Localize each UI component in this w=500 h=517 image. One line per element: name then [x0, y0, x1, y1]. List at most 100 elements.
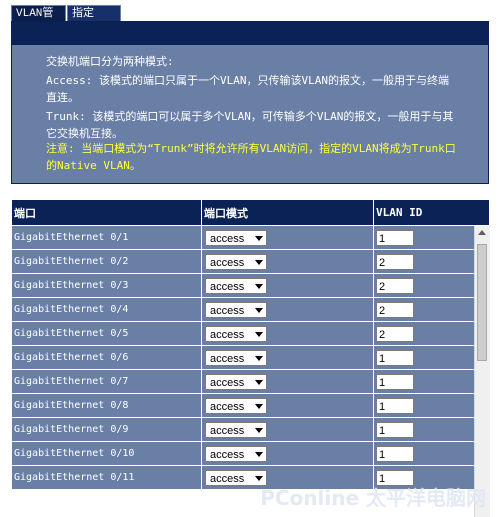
info-access-desc: Access: 该模式的端口只属于一个VLAN，只传输该VLAN的报文，一般用于… [46, 74, 449, 104]
mode-cell: access [201, 297, 374, 322]
port-name: GigabitEthernet 0/3 [11, 273, 202, 298]
port-mode-select[interactable]: access [205, 421, 267, 438]
vlan-cell: 1 [373, 345, 489, 370]
mode-cell: access [201, 345, 374, 370]
info-header-bar [11, 22, 489, 44]
header-mode: 端口模式 [201, 199, 374, 226]
dropdown-arrow-icon [255, 379, 263, 385]
vlan-id-input[interactable]: 1 [376, 421, 414, 438]
info-note: 注意: 当端口模式为“Trunk”时将允许所有VLAN访问，指定的VLAN将成为… [46, 142, 456, 172]
vlan-cell: 1 [373, 417, 489, 442]
port-mode-value: access [210, 304, 245, 317]
port-name: GigabitEthernet 0/9 [11, 417, 202, 442]
port-mode-select[interactable]: access [205, 373, 267, 390]
dropdown-arrow-icon [255, 403, 263, 409]
vlan-cell: 1 [373, 441, 489, 466]
port-mode-select[interactable]: access [205, 469, 267, 486]
port-name: GigabitEthernet 0/6 [11, 345, 202, 370]
mode-cell: access [201, 273, 374, 298]
port-name: GigabitEthernet 0/11 [11, 465, 202, 490]
table-row: GigabitEthernet 0/5 access 2 [11, 321, 489, 346]
vlan-cell: 1 [373, 393, 489, 418]
port-mode-select[interactable]: access [205, 349, 267, 366]
vlan-cell: 2 [373, 273, 489, 298]
port-mode-value: access [210, 400, 245, 413]
info-trunk-desc: Trunk: 该模式的端口可以属于多个VLAN，可传输多个VLAN的报文，一般用… [46, 110, 454, 140]
mode-cell: access [201, 321, 374, 346]
tab-vlan-management[interactable]: VLAN管理 [11, 5, 66, 36]
port-mode-select[interactable]: access [205, 277, 267, 294]
vlan-cell: 2 [373, 297, 489, 322]
mode-cell: access [201, 249, 374, 274]
port-mode-select[interactable]: access [205, 445, 267, 462]
vlan-id-input[interactable]: 2 [376, 277, 414, 294]
table-row: GigabitEthernet 0/9 access 1 [11, 417, 489, 442]
header-vlan-id: VLAN ID [373, 199, 489, 226]
vlan-cell: 2 [373, 249, 489, 274]
tab-assign-vlan[interactable]: 指定VLAN [67, 5, 121, 36]
table-row: GigabitEthernet 0/7 access 1 [11, 369, 489, 394]
dropdown-arrow-icon [255, 451, 263, 457]
port-mode-value: access [210, 424, 245, 437]
port-name: GigabitEthernet 0/4 [11, 297, 202, 322]
table-scrollbar[interactable] [474, 226, 490, 517]
port-mode-select[interactable]: access [205, 229, 267, 246]
header-port: 端口 [11, 199, 202, 226]
port-table-container: 端口 端口模式 VLAN ID GigabitEthernet 0/1 acces… [11, 199, 489, 517]
vlan-cell: 1 [373, 369, 489, 394]
tab-strip: VLAN管理 指定VLAN [0, 0, 500, 36]
scrollbar-thumb[interactable] [477, 244, 487, 361]
table-row: GigabitEthernet 0/1 access 1 [11, 225, 489, 250]
mode-cell: access [201, 369, 374, 394]
table-row: GigabitEthernet 0/8 access 1 [11, 393, 489, 418]
vlan-id-input[interactable]: 2 [376, 301, 414, 318]
vlan-cell: 1 [373, 225, 489, 250]
mode-cell: access [201, 225, 374, 250]
table-row: GigabitEthernet 0/4 access 2 [11, 297, 489, 322]
port-mode-value: access [210, 376, 245, 389]
table-row: GigabitEthernet 0/6 access 1 [11, 345, 489, 370]
port-vlan-table: 端口 端口模式 VLAN ID GigabitEthernet 0/1 acces… [11, 199, 489, 490]
info-title: 交换机端口分为两种模式: [46, 55, 174, 68]
port-name: GigabitEthernet 0/2 [11, 249, 202, 274]
watermark-logo: PConline 太平洋电脑网 [260, 486, 486, 510]
info-panel: 交换机端口分为两种模式: Access: 该模式的端口只属于一个VLAN，只传输… [11, 44, 489, 184]
dropdown-arrow-icon [255, 307, 263, 313]
port-mode-select[interactable]: access [205, 301, 267, 318]
mode-cell: access [201, 441, 374, 466]
port-mode-select[interactable]: access [205, 397, 267, 414]
port-mode-value: access [210, 256, 245, 269]
dropdown-arrow-icon [255, 355, 263, 361]
port-name: GigabitEthernet 0/10 [11, 441, 202, 466]
port-name: GigabitEthernet 0/5 [11, 321, 202, 346]
vlan-id-input[interactable]: 2 [376, 253, 414, 270]
port-mode-select[interactable]: access [205, 325, 267, 342]
vlan-id-input[interactable]: 1 [376, 397, 414, 414]
dropdown-arrow-icon [255, 235, 263, 241]
port-name: GigabitEthernet 0/7 [11, 369, 202, 394]
port-mode-value: access [210, 328, 245, 341]
vlan-id-input[interactable]: 1 [376, 229, 414, 246]
vlan-id-input[interactable]: 2 [376, 325, 414, 342]
table-row: GigabitEthernet 0/3 access 2 [11, 273, 489, 298]
scroll-up-arrow-icon[interactable] [478, 230, 486, 235]
port-mode-value: access [210, 448, 245, 461]
vlan-id-input[interactable]: 1 [376, 349, 414, 366]
vlan-id-input[interactable]: 1 [376, 373, 414, 390]
vlan-id-input[interactable]: 1 [376, 445, 414, 462]
dropdown-arrow-icon [255, 331, 263, 337]
port-mode-value: access [210, 280, 245, 293]
mode-cell: access [201, 417, 374, 442]
dropdown-arrow-icon [255, 427, 263, 433]
port-mode-select[interactable]: access [205, 253, 267, 270]
port-name: GigabitEthernet 0/1 [11, 225, 202, 250]
port-mode-value: access [210, 352, 245, 365]
port-mode-value: access [210, 232, 245, 245]
dropdown-arrow-icon [255, 259, 263, 265]
table-row: GigabitEthernet 0/2 access 2 [11, 249, 489, 274]
dropdown-arrow-icon [255, 475, 263, 481]
port-name: GigabitEthernet 0/8 [11, 393, 202, 418]
table-row: GigabitEthernet 0/10 access 1 [11, 441, 489, 466]
dropdown-arrow-icon [255, 283, 263, 289]
port-mode-value: access [210, 472, 245, 485]
